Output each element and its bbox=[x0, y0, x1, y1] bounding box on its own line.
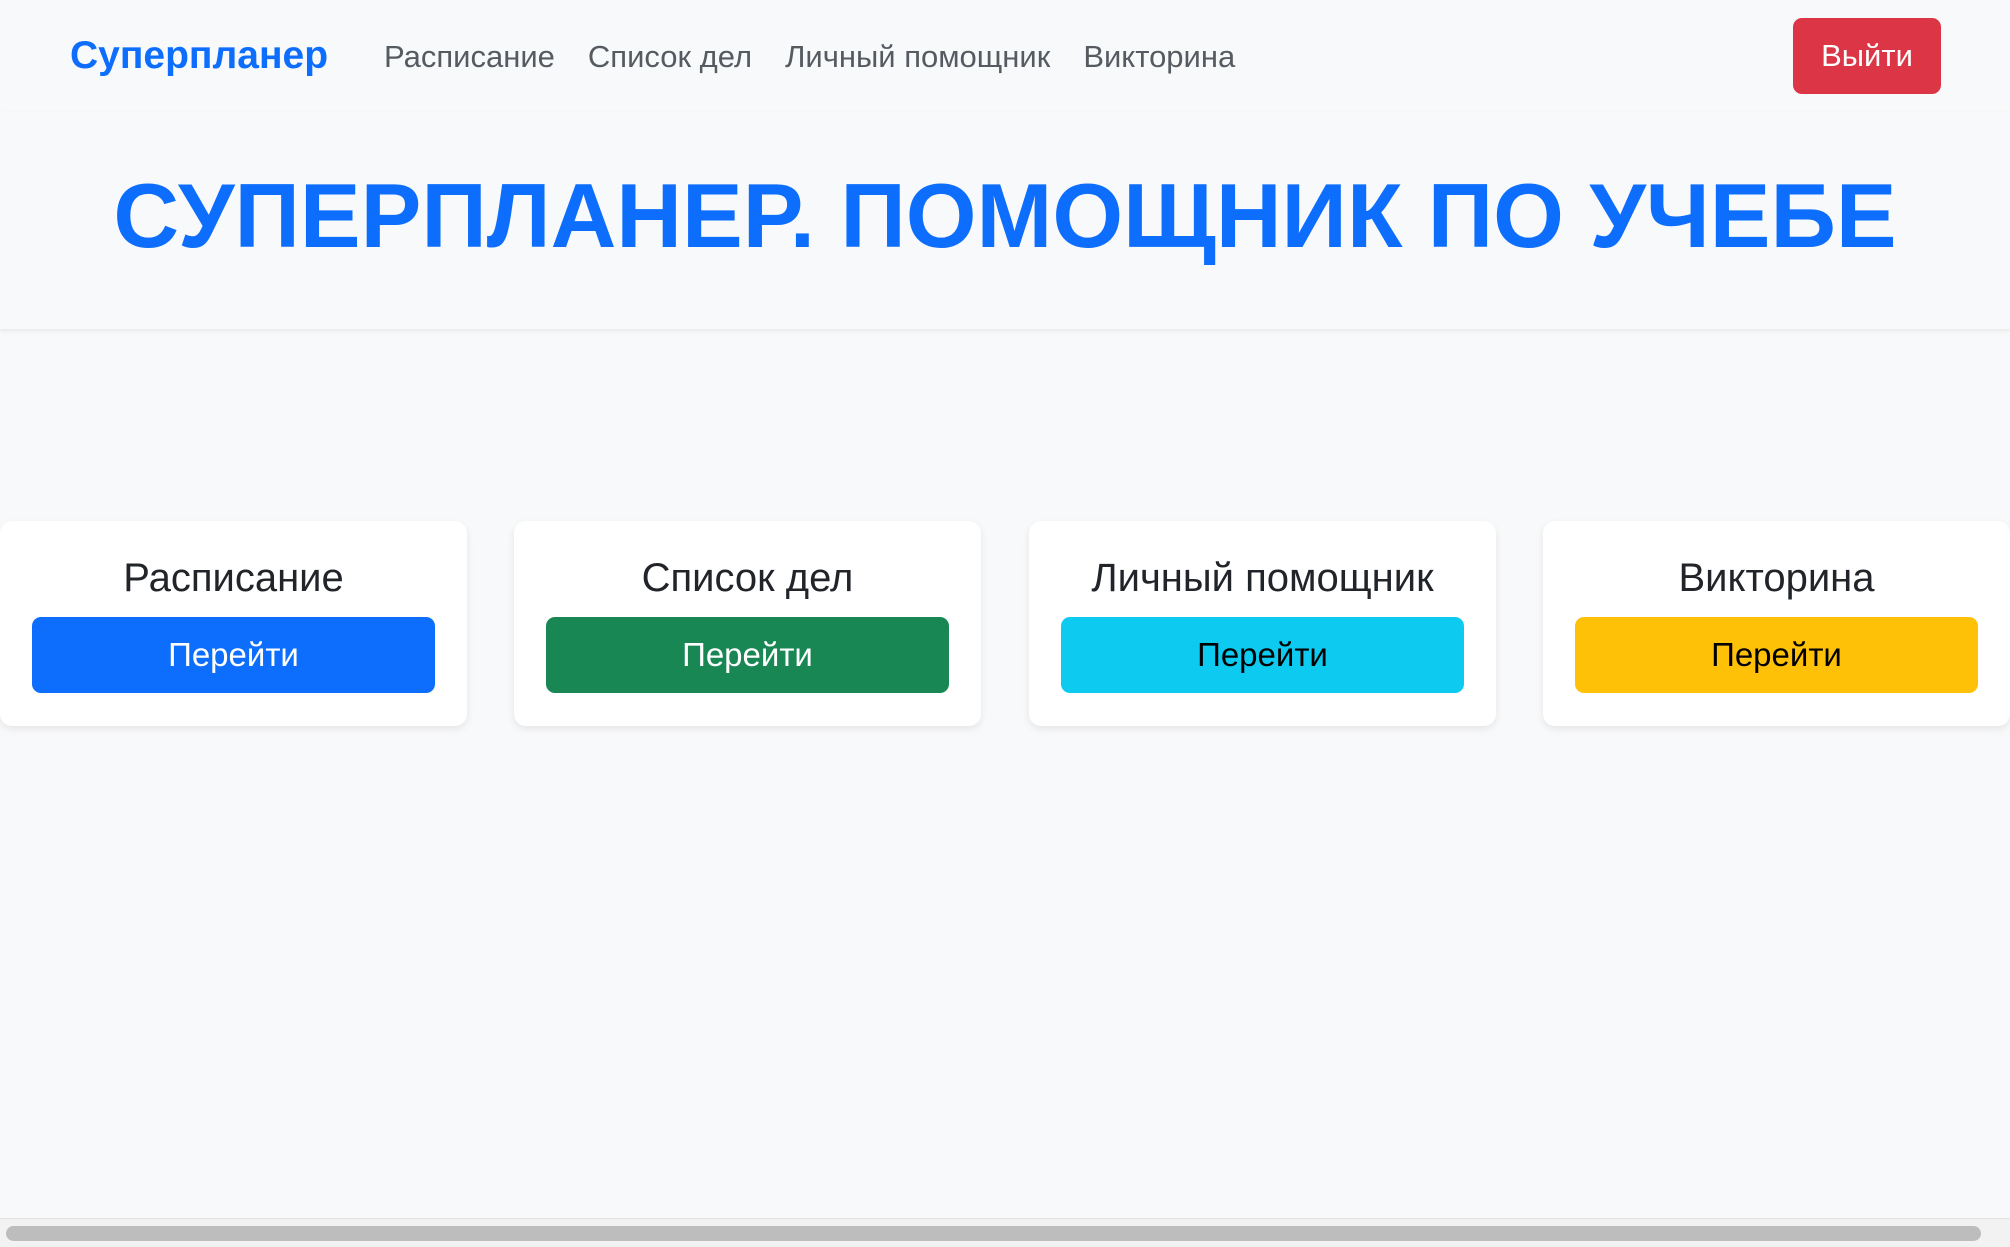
logout-button[interactable]: Выйти bbox=[1793, 18, 1941, 94]
card-title: Викторина bbox=[1678, 556, 1875, 600]
card-todo: Список дел Перейти bbox=[514, 521, 981, 726]
card-assistant: Личный помощник Перейти bbox=[1029, 521, 1496, 726]
navbar: Суперпланер Расписание Список дел Личный… bbox=[0, 0, 2010, 112]
scrollbar-thumb[interactable] bbox=[6, 1226, 1981, 1241]
nav-links: Расписание Список дел Личный помощник Ви… bbox=[384, 34, 1268, 80]
brand-link[interactable]: Суперпланер bbox=[70, 32, 328, 80]
go-todo-button[interactable]: Перейти bbox=[546, 617, 949, 693]
nav-link-todo[interactable]: Список дел bbox=[588, 34, 752, 80]
go-assistant-button[interactable]: Перейти bbox=[1061, 617, 1464, 693]
card-title: Личный помощник bbox=[1091, 556, 1434, 600]
hero-section: СУПЕРПЛАНЕР. ПОМОЩНИК ПО УЧЕБЕ bbox=[0, 112, 2010, 329]
card-title: Список дел bbox=[641, 556, 854, 600]
nav-link-assistant[interactable]: Личный помощник bbox=[785, 34, 1050, 80]
horizontal-scrollbar[interactable] bbox=[0, 1218, 2010, 1247]
card-title: Расписание bbox=[123, 556, 344, 600]
go-quiz-button[interactable]: Перейти bbox=[1575, 617, 1978, 693]
feature-cards: Расписание Перейти Список дел Перейти Ли… bbox=[0, 521, 2010, 726]
card-schedule: Расписание Перейти bbox=[0, 521, 467, 726]
go-schedule-button[interactable]: Перейти bbox=[32, 617, 435, 693]
nav-link-schedule[interactable]: Расписание bbox=[384, 34, 555, 80]
nav-link-quiz[interactable]: Викторина bbox=[1083, 34, 1235, 80]
card-quiz: Викторина Перейти bbox=[1543, 521, 2010, 726]
page-title: СУПЕРПЛАНЕР. ПОМОЩНИК ПО УЧЕБЕ bbox=[113, 165, 1897, 267]
